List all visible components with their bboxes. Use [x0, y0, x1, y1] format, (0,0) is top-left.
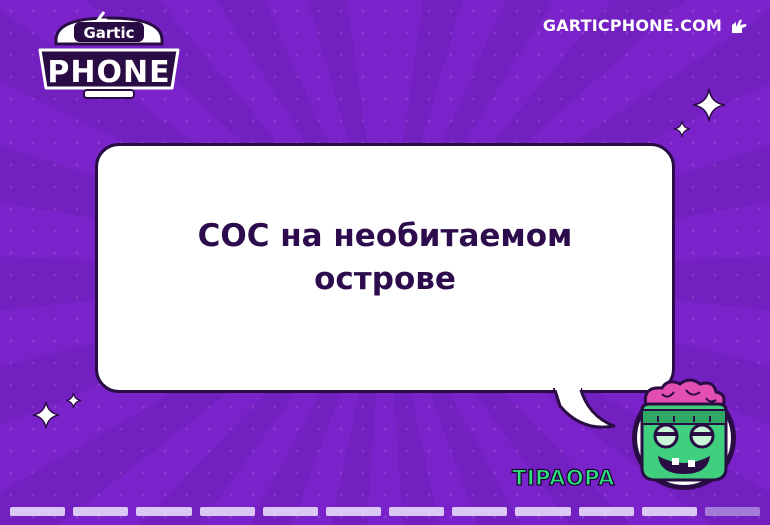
- hand-pointer-icon: [732, 19, 747, 33]
- progress-segment: [515, 507, 571, 516]
- progress-segment: [325, 507, 382, 516]
- progress-segment: [704, 507, 761, 516]
- progress-segment: [262, 507, 318, 516]
- logo-gartic-text: Gartic: [83, 24, 134, 42]
- progress-segment: [641, 507, 697, 516]
- site-label: GARTICPHONE.COM: [542, 16, 722, 35]
- progress-segment: [389, 507, 445, 516]
- progress-segment: [73, 507, 129, 516]
- progress-segment: [199, 507, 255, 516]
- sparkle-icon: [32, 401, 60, 429]
- sparkle-icon: [692, 88, 726, 122]
- logo-phone-text: PHONE: [47, 55, 170, 90]
- speech-bubble: СОС на необитаемом острове: [95, 143, 675, 393]
- progress-segment: [10, 507, 66, 516]
- player-name: TIPAOPA: [511, 465, 615, 490]
- prompt-text: СОС на необитаемом острове: [197, 218, 573, 297]
- round-progress-bar: [10, 507, 761, 516]
- sparkle-icon: [673, 120, 691, 138]
- progress-segment: [578, 507, 634, 516]
- sparkle-icon: [65, 392, 82, 409]
- site-link[interactable]: GARTICPHONE.COM: [543, 16, 748, 35]
- speech-bubble-tail: [552, 388, 616, 429]
- zombie-avatar-icon: [632, 378, 736, 490]
- progress-segment: [136, 507, 192, 516]
- progress-segment: [452, 507, 508, 516]
- gartic-phone-logo: Gartic PHONE: [38, 11, 180, 99]
